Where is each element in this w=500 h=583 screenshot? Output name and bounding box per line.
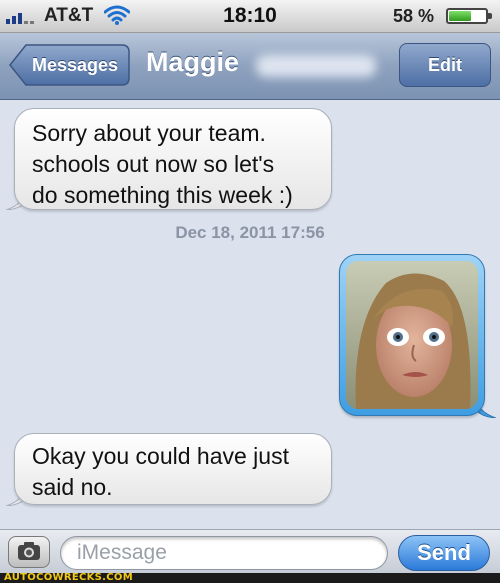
portrait-photo[interactable] — [346, 261, 478, 409]
incoming-message-bubble[interactable]: Okay you could have just said no. — [14, 433, 332, 505]
watermark-footer: AUTOCOWRECKS.COM — [0, 572, 500, 583]
battery-icon — [446, 8, 492, 24]
edit-button[interactable]: Edit — [399, 43, 491, 87]
contact-name-title: Maggie — [146, 47, 240, 77]
message-input-bar: Send — [0, 529, 500, 574]
wifi-icon — [104, 5, 130, 25]
redacted-surname — [256, 55, 376, 77]
outgoing-photo-bubble[interactable] — [339, 254, 485, 416]
messages-back-button[interactable]: Messages — [8, 43, 130, 87]
navigation-bar: Messages Maggie Edit — [0, 33, 500, 100]
message-text: Okay you could have just said no. — [32, 443, 289, 500]
camera-icon — [18, 542, 40, 560]
status-bar: AT&T 18:10 58 % — [0, 0, 500, 33]
back-button-label: Messages — [31, 55, 119, 75]
imessage-input[interactable] — [60, 536, 388, 570]
battery-percent: 58 % — [392, 6, 434, 26]
carrier-name: AT&T — [44, 5, 94, 26]
incoming-message-bubble[interactable]: Sorry about your team. schools out now s… — [14, 108, 332, 210]
signal-strength-icon — [6, 10, 40, 24]
message-timestamp: Dec 18, 2011 17:56 — [175, 223, 325, 242]
camera-button[interactable] — [8, 536, 50, 568]
watermark-logo: AUTOCOWRECKS.COM — [4, 572, 133, 583]
send-button[interactable]: Send — [398, 535, 490, 571]
message-text: Sorry about your team. schools out now s… — [32, 120, 293, 208]
